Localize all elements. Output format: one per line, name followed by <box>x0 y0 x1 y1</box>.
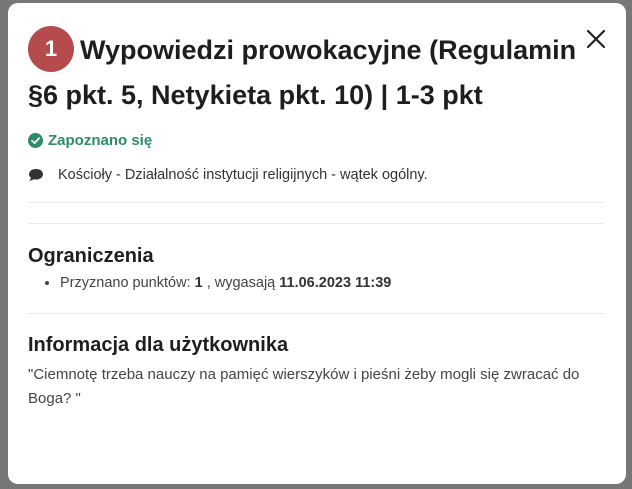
points-label: Przyznano punktów: <box>60 275 191 291</box>
status-text: Zapoznano się <box>48 132 153 149</box>
expires-date: 11.06.2023 11:39 <box>279 275 392 291</box>
limits-list: Przyznano punktów: 1 , wygasają 11.06.20… <box>28 273 606 293</box>
info-text: "Ciemnotę trzeba nauczy na pamięć wiersz… <box>28 366 580 407</box>
expires-label: , wygasają <box>206 275 276 291</box>
thread-title[interactable]: Kościoły - Działalność instytucji religi… <box>58 167 428 183</box>
points-value: 1 <box>194 275 203 291</box>
modal-header: 1 Wypowiedzi prowokacyjne (Regulamin §6 p… <box>28 26 606 116</box>
list-item: Przyznano punktów: 1 , wygasają 11.06.20… <box>60 273 606 293</box>
info-heading: Informacja dla użytkownika <box>28 334 289 356</box>
divider <box>28 223 604 224</box>
modal-title-text: Wypowiedzi prowokacyjne (Regulamin §6 pk… <box>28 35 577 110</box>
warning-modal: 1 Wypowiedzi prowokacyjne (Regulamin §6 p… <box>8 3 626 484</box>
acknowledged-status: Zapoznano się <box>28 132 606 149</box>
limits-heading: Ograniczenia <box>28 245 154 267</box>
check-circle-icon <box>28 133 43 148</box>
divider <box>28 202 604 203</box>
close-icon <box>586 29 606 49</box>
comment-icon <box>29 169 43 181</box>
modal-title: 1 Wypowiedzi prowokacyjne (Regulamin §6 p… <box>28 26 588 116</box>
close-button[interactable] <box>584 27 608 51</box>
divider <box>28 313 604 314</box>
warning-count-badge: 1 <box>28 26 74 72</box>
thread-link-row: Kościoły - Działalność instytucji religi… <box>28 167 606 183</box>
